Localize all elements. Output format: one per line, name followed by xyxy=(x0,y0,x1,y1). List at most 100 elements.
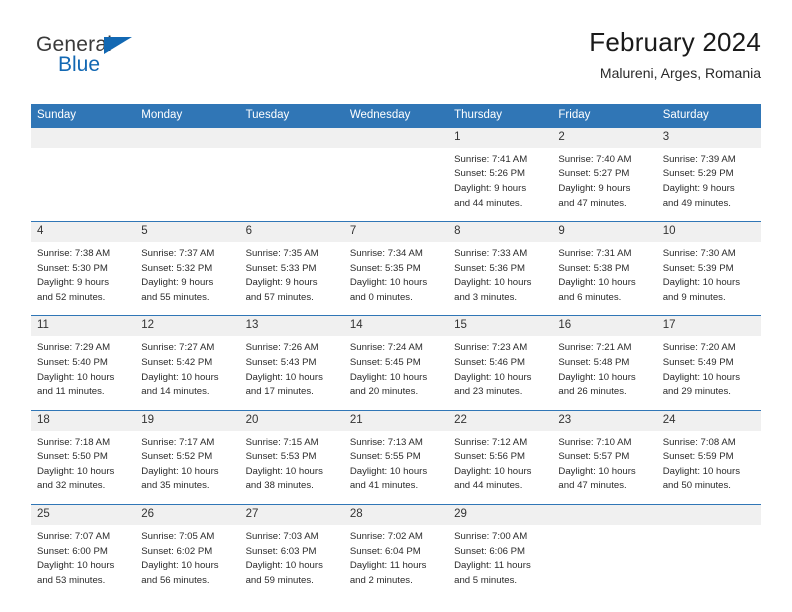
day-details: Sunrise: 7:12 AM Sunset: 5:56 PM Daylight:… xyxy=(448,431,552,504)
sunrise-time: Sunrise: 7:24 AM xyxy=(349,342,423,354)
calendar-day-cell[interactable]: 22 Sunrise: 7:12 AM Sunset: 5:56 PM Dayligh… xyxy=(448,409,553,505)
calendar-day-cell[interactable]: 4 Sunrise: 7:38 AM Sunset: 5:30 PM Daylight… xyxy=(31,221,136,316)
calendar-day-cell[interactable]: 11 Sunrise: 7:29 AM Sunset: 5:40 PM Dayligh… xyxy=(31,315,136,411)
daylight-duration-line1: Daylight: 9 hours xyxy=(245,277,318,289)
calendar-day-cell[interactable]: 12 Sunrise: 7:27 AM Sunset: 5:42 PM Dayligh… xyxy=(135,315,240,411)
daylight-duration-line1: Daylight: 10 hours xyxy=(349,465,428,477)
calendar-day-cell[interactable]: 5 Sunrise: 7:37 AM Sunset: 5:32 PM Daylight… xyxy=(135,221,240,316)
daylight-duration-line2: and 56 minutes. xyxy=(141,574,210,586)
calendar-day-cell[interactable]: 2 Sunrise: 7:40 AM Sunset: 5:27 PM Daylight… xyxy=(552,127,657,222)
daylight-duration-line2: and 32 minutes. xyxy=(37,480,106,492)
day-details: Sunrise: 7:10 AM Sunset: 5:57 PM Daylight:… xyxy=(552,431,656,504)
daylight-duration-line2: and 5 minutes. xyxy=(454,574,518,586)
calendar-day-cell[interactable]: 17 Sunrise: 7:20 AM Sunset: 5:49 PM Dayligh… xyxy=(656,315,761,411)
day-number: 18 xyxy=(31,410,136,431)
calendar-day-cell[interactable]: 3 Sunrise: 7:39 AM Sunset: 5:29 PM Daylight… xyxy=(656,127,761,222)
day-details: Sunrise: 7:13 AM Sunset: 5:55 PM Daylight:… xyxy=(344,431,448,504)
day-details: Sunrise: 7:05 AM Sunset: 6:02 PM Daylight:… xyxy=(135,525,239,598)
sunrise-time: Sunrise: 7:03 AM xyxy=(245,531,319,543)
daylight-duration-line2: and 49 minutes. xyxy=(662,197,731,209)
daylight-duration-line1: Daylight: 9 hours xyxy=(141,277,214,289)
calendar-day-cell[interactable]: 25 Sunrise: 7:07 AM Sunset: 6:00 PM Dayligh… xyxy=(31,504,136,599)
day-details: Sunrise: 7:17 AM Sunset: 5:52 PM Daylight:… xyxy=(135,431,239,504)
daylight-duration-line2: and 26 minutes. xyxy=(558,386,627,398)
calendar-day-cell[interactable]: 23 Sunrise: 7:10 AM Sunset: 5:57 PM Dayligh… xyxy=(552,409,657,505)
logo-text-blue: Blue xyxy=(58,53,101,76)
weekday-header-tuesday: Tuesday xyxy=(239,104,344,128)
calendar-day-cell[interactable]: 9 Sunrise: 7:31 AM Sunset: 5:38 PM Daylight… xyxy=(552,221,657,316)
day-number xyxy=(239,127,344,148)
calendar-day-cell[interactable]: 29 Sunrise: 7:00 AM Sunset: 6:06 PM Dayligh… xyxy=(448,504,553,599)
day-details: Sunrise: 7:30 AM Sunset: 5:39 PM Daylight:… xyxy=(657,242,761,315)
sunrise-time: Sunrise: 7:08 AM xyxy=(662,436,736,448)
daylight-duration-line2: and 52 minutes. xyxy=(37,291,106,303)
calendar-body: 1 Sunrise: 7:41 AM Sunset: 5:26 PM Daylight… xyxy=(31,127,761,599)
day-number: 2 xyxy=(552,127,657,148)
sunset-time: Sunset: 5:42 PM xyxy=(141,357,213,368)
sunset-time: Sunset: 5:50 PM xyxy=(37,451,108,463)
daylight-duration-line2: and 11 minutes. xyxy=(37,386,105,398)
sunset-time: Sunset: 5:45 PM xyxy=(349,357,421,368)
daylight-duration-line1: Daylight: 10 hours xyxy=(558,277,636,289)
day-details: Sunrise: 7:21 AM Sunset: 5:48 PM Daylight:… xyxy=(552,336,656,409)
sunrise-time: Sunrise: 7:27 AM xyxy=(141,342,215,354)
calendar-day-cell[interactable]: 26 Sunrise: 7:05 AM Sunset: 6:02 PM Dayligh… xyxy=(135,504,240,599)
calendar-day-cell[interactable]: 13 Sunrise: 7:26 AM Sunset: 5:43 PM Dayligh… xyxy=(239,315,344,411)
calendar-day-cell[interactable]: 19 Sunrise: 7:17 AM Sunset: 5:52 PM Dayligh… xyxy=(135,409,240,505)
calendar-table: Sunday Monday Tuesday Wednesday Thursday… xyxy=(31,104,761,599)
logo-triangle-icon xyxy=(104,37,132,54)
sunset-time: Sunset: 5:57 PM xyxy=(558,451,630,463)
weekday-header-monday: Monday xyxy=(135,104,240,128)
calendar-day-cell[interactable]: 15 Sunrise: 7:23 AM Sunset: 5:46 PM Dayligh… xyxy=(448,315,553,411)
sunset-time: Sunset: 5:36 PM xyxy=(454,262,526,274)
day-details: Sunrise: 7:39 AM Sunset: 5:29 PM Daylight:… xyxy=(657,148,761,221)
daylight-duration-line2: and 2 minutes. xyxy=(349,574,413,586)
calendar-day-cell[interactable]: 6 Sunrise: 7:35 AM Sunset: 5:33 PM Daylight… xyxy=(239,221,344,316)
daylight-duration-line2: and 14 minutes. xyxy=(141,386,210,398)
day-details: Sunrise: 7:40 AM Sunset: 5:27 PM Daylight:… xyxy=(552,148,656,221)
calendar-day-cell[interactable]: 21 Sunrise: 7:13 AM Sunset: 5:55 PM Dayligh… xyxy=(343,409,449,505)
daylight-duration-line1: Daylight: 9 hours xyxy=(662,182,735,194)
daylight-duration-line2: and 0 minutes. xyxy=(349,291,413,303)
calendar-week-row: 4 Sunrise: 7:38 AM Sunset: 5:30 PM Daylight… xyxy=(31,221,761,316)
day-details: Sunrise: 7:33 AM Sunset: 5:36 PM Daylight:… xyxy=(448,242,552,315)
daylight-duration-line1: Daylight: 9 hours xyxy=(454,182,527,194)
day-details xyxy=(135,148,239,206)
calendar-day-cell[interactable]: 18 Sunrise: 7:18 AM Sunset: 5:50 PM Dayligh… xyxy=(31,409,136,505)
daylight-duration-line1: Daylight: 10 hours xyxy=(349,277,428,289)
daylight-duration-line1: Daylight: 11 hours xyxy=(454,560,531,572)
daylight-duration-line2: and 55 minutes. xyxy=(141,291,210,303)
calendar-day-cell-empty xyxy=(31,127,136,222)
day-number: 11 xyxy=(31,316,136,337)
calendar-week-row: 18 Sunrise: 7:18 AM Sunset: 5:50 PM Dayligh… xyxy=(31,409,761,505)
calendar-day-cell[interactable]: 27 Sunrise: 7:03 AM Sunset: 6:03 PM Dayligh… xyxy=(239,504,344,599)
day-number: 23 xyxy=(552,410,657,431)
calendar-day-cell[interactable]: 8 Sunrise: 7:33 AM Sunset: 5:36 PM Daylight… xyxy=(448,221,553,316)
day-number: 4 xyxy=(31,222,136,243)
sunrise-time: Sunrise: 7:41 AM xyxy=(454,153,528,165)
calendar-day-cell[interactable]: 7 Sunrise: 7:34 AM Sunset: 5:35 PM Daylight… xyxy=(343,221,449,316)
calendar-day-cell[interactable]: 16 Sunrise: 7:21 AM Sunset: 5:48 PM Dayligh… xyxy=(552,315,657,411)
weekday-header-friday: Friday xyxy=(552,104,657,128)
calendar-day-cell[interactable]: 10 Sunrise: 7:30 AM Sunset: 5:39 PM Dayligh… xyxy=(656,221,761,316)
calendar-page: General Blue February 2024 Malureni, Arg… xyxy=(0,0,792,612)
day-number: 8 xyxy=(448,222,553,243)
sunrise-time: Sunrise: 7:15 AM xyxy=(245,436,319,448)
daylight-duration-line1: Daylight: 10 hours xyxy=(245,560,323,572)
sunset-time: Sunset: 5:52 PM xyxy=(141,451,213,463)
sunset-time: Sunset: 6:00 PM xyxy=(37,545,108,557)
sunset-time: Sunset: 6:04 PM xyxy=(349,545,421,557)
sunrise-time: Sunrise: 7:39 AM xyxy=(662,153,736,165)
daylight-duration-line2: and 44 minutes. xyxy=(454,480,523,492)
calendar-day-cell[interactable]: 20 Sunrise: 7:15 AM Sunset: 5:53 PM Dayligh… xyxy=(239,409,344,505)
sunrise-time: Sunrise: 7:37 AM xyxy=(141,248,215,260)
daylight-duration-line2: and 59 minutes. xyxy=(245,574,314,586)
day-number: 13 xyxy=(239,316,344,337)
day-number: 22 xyxy=(448,410,553,431)
sunset-time: Sunset: 5:32 PM xyxy=(141,262,213,274)
calendar-day-cell[interactable]: 1 Sunrise: 7:41 AM Sunset: 5:26 PM Daylight… xyxy=(448,127,553,222)
weekday-header-saturday: Saturday xyxy=(656,104,761,128)
calendar-day-cell[interactable]: 28 Sunrise: 7:02 AM Sunset: 6:04 PM Dayligh… xyxy=(343,504,449,599)
calendar-day-cell[interactable]: 14 Sunrise: 7:24 AM Sunset: 5:45 PM Dayligh… xyxy=(343,315,449,411)
calendar-day-cell[interactable]: 24 Sunrise: 7:08 AM Sunset: 5:59 PM Dayligh… xyxy=(656,409,761,505)
